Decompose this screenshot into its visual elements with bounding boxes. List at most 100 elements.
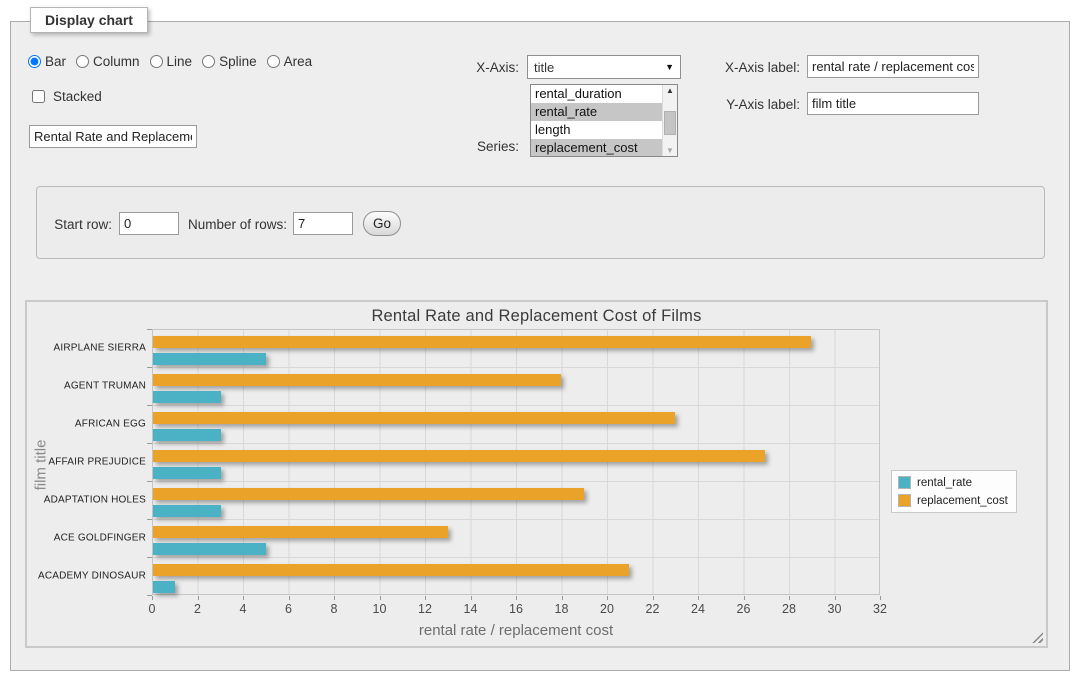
dropdown-arrow-icon: ▼	[665, 62, 674, 72]
series-listbox-scrollbar[interactable]: ▲ ▼	[662, 85, 677, 156]
bar-replacement_cost	[153, 564, 629, 576]
chart-type-label: Spline	[219, 54, 257, 69]
chart-legend: rental_rate replacement_cost	[891, 470, 1017, 513]
x-tick-label: 20	[600, 602, 614, 616]
y-axis-label-input[interactable]	[807, 92, 979, 115]
chart-type-bar[interactable]: Bar	[28, 54, 66, 69]
series-caption: Series:	[430, 139, 519, 154]
bar-rental_rate	[153, 353, 266, 365]
legend-item-rental_rate: rental_rate	[898, 476, 1008, 489]
chart-type-label: Line	[167, 54, 193, 69]
x-tick-label: 28	[782, 602, 796, 616]
chart-type-label: Column	[93, 54, 140, 69]
resize-handle-icon[interactable]	[1032, 632, 1043, 643]
stacked-checkbox[interactable]	[32, 90, 45, 103]
series-listbox-options: rental_durationrental_ratelengthreplacem…	[531, 85, 662, 156]
series-option-rental_duration[interactable]: rental_duration	[531, 85, 662, 103]
x-axis-select[interactable]: title ▼	[527, 55, 681, 79]
x-tick-mark	[562, 596, 563, 600]
x-tick-label: 4	[240, 602, 247, 616]
x-tick-label: 26	[737, 602, 751, 616]
chart-type-area[interactable]: Area	[267, 54, 313, 69]
x-tick-label: 0	[149, 602, 156, 616]
x-axis-caption: X-Axis:	[430, 60, 519, 75]
x-axis-title: rental rate / replacement cost	[419, 622, 613, 639]
y-tick-mark	[147, 595, 152, 596]
x-tick-mark	[380, 596, 381, 600]
bar-rental_rate	[153, 543, 266, 555]
x-tick-mark	[835, 596, 836, 600]
scrollbar-thumb[interactable]	[664, 111, 676, 135]
chart-container: Rental Rate and Replacement Cost of Film…	[25, 300, 1048, 648]
scrollbar-down-icon[interactable]: ▼	[663, 146, 677, 155]
x-tick-mark	[698, 596, 699, 600]
x-tick-label: 14	[464, 602, 478, 616]
series-option-length[interactable]: length	[531, 121, 662, 139]
chart-type-column[interactable]: Column	[76, 54, 140, 69]
bar-rental_rate	[153, 429, 221, 441]
series-option-rental_rate[interactable]: rental_rate	[531, 103, 662, 121]
x-tick-mark	[243, 596, 244, 600]
stacked-option[interactable]: Stacked	[28, 87, 102, 106]
x-tick-label: 16	[509, 602, 523, 616]
bar-replacement_cost	[153, 374, 561, 386]
x-tick-mark	[425, 596, 426, 600]
x-tick-label: 24	[691, 602, 705, 616]
x-tick-mark	[334, 596, 335, 600]
category-label: ACE GOLDFINGER	[27, 533, 146, 544]
x-tick-mark	[880, 596, 881, 600]
go-button[interactable]: Go	[363, 211, 401, 236]
y-tick-mark	[147, 519, 152, 520]
x-axis-label-caption: X-Axis label:	[700, 60, 800, 75]
bar-replacement_cost	[153, 336, 811, 348]
legend-item-replacement_cost: replacement_cost	[898, 494, 1008, 507]
x-tick-mark	[152, 596, 153, 600]
chart-type-radio-column[interactable]	[76, 55, 89, 68]
y-axis-label-caption: Y-Axis label:	[700, 97, 800, 112]
chart-type-radio-area[interactable]	[267, 55, 280, 68]
legend-swatch-icon	[898, 476, 911, 489]
scrollbar-up-icon[interactable]: ▲	[663, 86, 677, 95]
x-tick-mark	[744, 596, 745, 600]
x-axis-label-input[interactable]	[807, 55, 979, 78]
bar-rental_rate	[153, 467, 221, 479]
chart-type-line[interactable]: Line	[150, 54, 193, 69]
chart-type-spline[interactable]: Spline	[202, 54, 257, 69]
category-label: AFFAIR PREJUDICE	[27, 457, 146, 468]
x-tick-mark	[198, 596, 199, 600]
chart-title-input[interactable]	[29, 125, 197, 148]
series-listbox[interactable]: rental_durationrental_ratelengthreplacem…	[530, 84, 678, 157]
x-tick-mark	[789, 596, 790, 600]
bar-replacement_cost	[153, 412, 675, 424]
bar-rental_rate	[153, 391, 221, 403]
chart-type-radio-bar[interactable]	[28, 55, 41, 68]
chart-type-label: Area	[284, 54, 313, 69]
x-tick-label: 10	[373, 602, 387, 616]
chart-type-radio-line[interactable]	[150, 55, 163, 68]
x-tick-label: 32	[873, 602, 887, 616]
category-label: AGENT TRUMAN	[27, 381, 146, 392]
number-of-rows-label: Number of rows:	[150, 217, 287, 232]
fieldset-legend: Display chart	[30, 7, 148, 33]
category-label: AFRICAN EGG	[27, 419, 146, 430]
x-tick-mark	[607, 596, 608, 600]
x-tick-label: 22	[646, 602, 660, 616]
plot-area	[152, 329, 880, 595]
stacked-label: Stacked	[53, 89, 102, 104]
bar-replacement_cost	[153, 488, 584, 500]
x-tick-label: 30	[828, 602, 842, 616]
y-tick-mark	[147, 329, 152, 330]
chart-type-label: Bar	[45, 54, 66, 69]
bar-replacement_cost	[153, 450, 765, 462]
category-label: ACADEMY DINOSAUR	[27, 571, 146, 582]
category-label: AIRPLANE SIERRA	[27, 343, 146, 354]
chart-type-radio-spline[interactable]	[202, 55, 215, 68]
bar-rental_rate	[153, 505, 221, 517]
x-tick-label: 6	[285, 602, 292, 616]
number-of-rows-input[interactable]	[293, 212, 353, 235]
x-tick-mark	[289, 596, 290, 600]
y-tick-mark	[147, 443, 152, 444]
start-row-label: Start row:	[0, 217, 112, 232]
series-option-replacement_cost[interactable]: replacement_cost	[531, 139, 662, 156]
y-tick-mark	[147, 481, 152, 482]
